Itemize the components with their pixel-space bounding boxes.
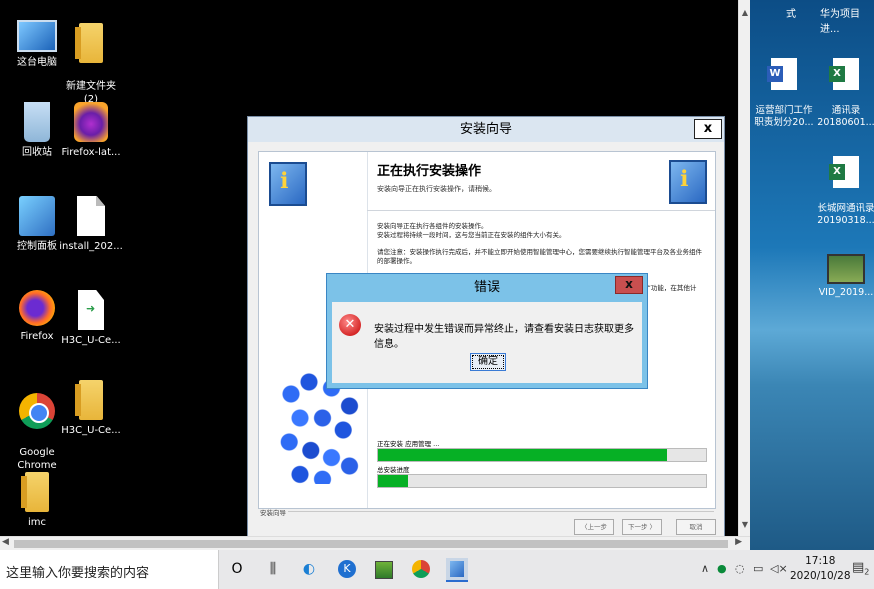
desktop-icon-label: H3C_U-Ce... <box>61 425 121 436</box>
wizard-notice: 请您注意：安装操作执行完成后，并不能立即开始使用智能管理中心，您需要继续执行智能… <box>377 248 702 265</box>
chrome-icon <box>19 393 55 429</box>
wizard-title: 安装向导 <box>459 122 512 137</box>
desktop-icon-label: Firefox-lat... <box>61 147 121 158</box>
installer-taskbar-icon[interactable] <box>446 558 468 582</box>
desktop-icon-label: H3C_U-Ce... <box>61 335 121 346</box>
battery-icon[interactable]: ▭ <box>753 562 763 575</box>
scroll-right-icon[interactable]: ▶ <box>735 537 742 547</box>
video-icon <box>827 254 865 284</box>
wizard-subheading: 安装向导正在执行安装操作，请稍候。 <box>377 185 496 193</box>
component-progress-label: 正在安装 应用管理 ... <box>377 440 440 448</box>
error-title: 错误 <box>473 280 500 295</box>
remote-desktop: 这台电脑 新建文件夹 (2) 回收站 Firefox-lat... 控制面板 i… <box>0 0 738 538</box>
ok-button[interactable]: 确定 <box>470 353 506 371</box>
desktop-text: 式 <box>786 9 796 20</box>
app-k-icon[interactable]: K <box>336 558 358 580</box>
overall-progress-bar <box>377 474 707 488</box>
error-message: 安装过程中发生错误而异常终止，请查看安装日志获取更多信息。 <box>374 324 634 350</box>
network-icon[interactable]: ◌ <box>735 562 745 575</box>
component-progress-fill <box>378 449 667 461</box>
volume-icon[interactable]: ◁× <box>770 562 788 575</box>
desktop-icon-firefox-latest[interactable]: Firefox-lat... <box>56 102 126 159</box>
cortana-icon[interactable]: O <box>226 558 248 580</box>
divider <box>367 210 715 211</box>
desktop-icon-video[interactable]: VID_2019... <box>816 254 874 299</box>
executable-icon <box>78 290 104 330</box>
recycle-bin-icon <box>24 102 50 142</box>
error-close-button[interactable]: x <box>615 276 643 294</box>
taskbar: 这里输入你要搜索的内容 O ⫼ ◐ K ∧ ● ◌ ▭ ◁× 17:18 202… <box>0 550 874 589</box>
error-body: ✕ 安装过程中发生错误而异常终止，请查看安装日志获取更多信息。 确定 <box>332 302 642 383</box>
desktop-icon-excel-contacts[interactable]: X 通讯录 20180601... <box>816 46 874 141</box>
back-button[interactable]: 〈上一步 <box>574 519 614 535</box>
wizard-text-fragment: 署”功能，在其他计 <box>641 284 697 292</box>
overall-progress-label: 总安装进度 <box>377 466 410 474</box>
desktop-icon-excel-greatwall[interactable]: X 长城网通讯录 20190318... <box>816 144 874 239</box>
word-icon: W <box>767 58 797 90</box>
desktop-icon-label: VID_2019... <box>818 287 874 298</box>
desktop-icon-label: imc <box>27 517 47 528</box>
this-pc-icon <box>17 20 57 52</box>
scroll-left-icon[interactable]: ◀ <box>2 537 9 547</box>
wizard-close-button[interactable]: x <box>694 119 722 139</box>
desktop-icon-label: install_202... <box>59 241 123 252</box>
remote-desktop-icon[interactable] <box>372 558 394 580</box>
cancel-button[interactable]: 取消 <box>676 519 716 535</box>
desktop-icon-install-file[interactable]: install_202... <box>56 196 126 253</box>
error-titlebar: 错误 x <box>327 274 647 302</box>
edge-icon[interactable]: ◐ <box>298 558 320 580</box>
component-progress-bar <box>377 448 707 462</box>
desktop-icon-label: 运营部门工作 职责划分20... <box>754 105 814 128</box>
wizard-titlebar: 安装向导 x <box>248 117 724 142</box>
folder-icon <box>21 472 49 512</box>
taskbar-search-box[interactable]: 这里输入你要搜索的内容 <box>0 550 219 589</box>
notification-count: 2 <box>864 567 870 577</box>
excel-icon: X <box>829 58 859 90</box>
desktop-icon-h3c-exe[interactable]: H3C_U-Ce... <box>56 290 126 347</box>
wizard-description: 安装向导正在执行各组件的安装操作。 安装过程将持续一段时间，这与您当前正在安装的… <box>377 222 566 239</box>
folder-icon <box>75 380 103 420</box>
divider <box>288 511 714 512</box>
error-icon: ✕ <box>339 314 361 336</box>
desktop-icon-h3c-folder[interactable]: H3C_U-Ce... <box>56 380 126 437</box>
desktop-icon-label: Google Chrome <box>17 447 57 471</box>
desktop-icon-imc[interactable]: imc <box>2 472 72 529</box>
desktop-icon-label: 长城网通讯录 20190318... <box>817 203 874 226</box>
chrome-taskbar-icon[interactable] <box>410 558 432 580</box>
desktop-icon-word-doc[interactable]: W 运营部门工作 职责划分20... <box>754 46 814 141</box>
app-tray-icon[interactable]: ● <box>717 562 727 575</box>
desktop-icon-label: 通讯录 20180601... <box>817 105 874 128</box>
excel-icon: X <box>829 156 859 188</box>
next-button[interactable]: 下一步 〉 <box>622 519 662 535</box>
show-hidden-icons-icon[interactable]: ∧ <box>701 562 709 575</box>
file-icon <box>77 196 105 236</box>
horizontal-scrollbar[interactable]: ◀ ▶ <box>0 536 750 551</box>
clock-time: 17:18 <box>805 555 836 567</box>
local-desktop: 式 华为项目进... W 运营部门工作 职责划分20... X 通讯录 2018… <box>750 0 874 550</box>
task-view-icon[interactable]: ⫼ <box>262 558 284 580</box>
info-book-icon <box>269 162 307 206</box>
error-dialog: 错误 x ✕ 安装过程中发生错误而异常终止，请查看安装日志获取更多信息。 确定 <box>326 273 648 389</box>
clock-date: 2020/10/28 <box>790 570 851 582</box>
notification-center-icon[interactable]: ▤2 <box>852 560 869 577</box>
control-panel-icon <box>19 196 55 236</box>
search-placeholder: 这里输入你要搜索的内容 <box>6 566 150 581</box>
info-book-icon <box>669 160 707 204</box>
scrollbar-thumb[interactable] <box>14 540 728 548</box>
overall-progress-fill <box>378 475 408 487</box>
wizard-heading: 正在执行安装操作 <box>377 164 482 179</box>
desktop-text: 华为项目进... <box>820 9 860 35</box>
firefox-installer-icon <box>74 102 108 142</box>
folder-icon <box>75 23 103 63</box>
taskbar-clock[interactable]: 17:18 2020/10/28 <box>790 554 851 584</box>
firefox-icon <box>19 290 55 326</box>
wizard-footer-label: 安装向导 <box>260 509 286 517</box>
